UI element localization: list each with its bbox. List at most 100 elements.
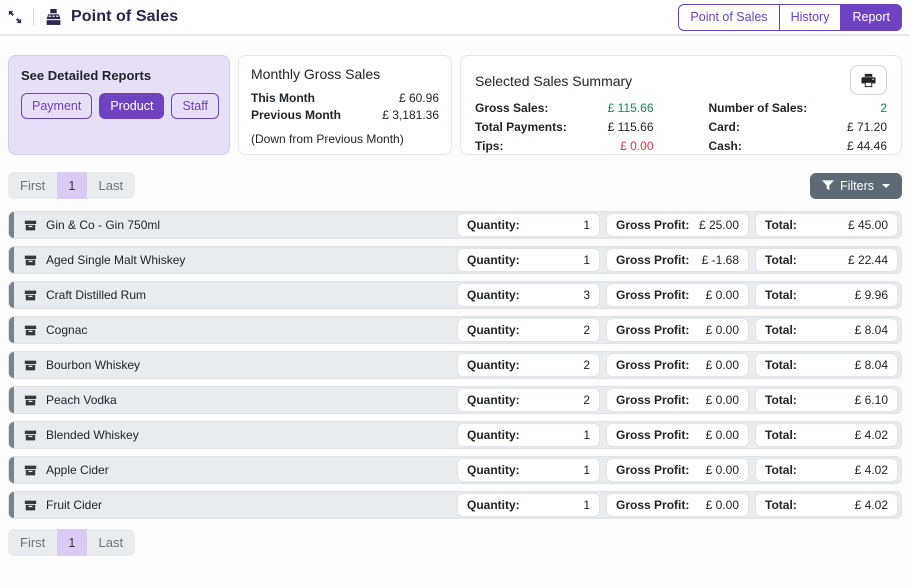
table-row[interactable]: Gin & Co - Gin 750ml Quantity: 1 Gross P…	[8, 211, 902, 239]
pagination-last-button[interactable]: Last	[87, 172, 136, 199]
cash-register-icon	[45, 9, 62, 26]
gross-profit-label: Gross Profit:	[616, 427, 689, 443]
quantity-label: Quantity:	[467, 392, 520, 408]
gross-profit-label: Gross Profit:	[616, 287, 689, 303]
table-row[interactable]: Peach Vodka Quantity: 2 Gross Profit: £ …	[8, 386, 902, 414]
nav-report-button[interactable]: Report	[840, 4, 902, 31]
tips-line: Tips: £ 0.00	[475, 137, 654, 156]
quantity-cell: Quantity: 2	[457, 318, 600, 342]
table-row[interactable]: Aged Single Malt Whiskey Quantity: 1 Gro…	[8, 246, 902, 274]
gross-profit-label: Gross Profit:	[616, 462, 689, 478]
gross-profit-cell: Gross Profit: £ 0.00	[606, 353, 749, 377]
table-row[interactable]: Fruit Cider Quantity: 1 Gross Profit: £ …	[8, 491, 902, 519]
quantity-value: 1	[583, 462, 590, 478]
table-row[interactable]: Apple Cider Quantity: 1 Gross Profit: £ …	[8, 456, 902, 484]
total-value: £ 9.96	[855, 287, 888, 303]
row-accent-strip	[9, 457, 14, 483]
total-payments-label: Total Payments:	[475, 118, 567, 137]
table-row[interactable]: Blended Whiskey Quantity: 1 Gross Profit…	[8, 421, 902, 449]
product-name: Apple Cider	[46, 463, 451, 477]
gross-profit-value: £ 0.00	[706, 392, 739, 408]
quantity-label: Quantity:	[467, 427, 520, 443]
print-button[interactable]	[850, 65, 887, 95]
total-label: Total:	[765, 392, 797, 408]
nav-history-button[interactable]: History	[779, 4, 842, 31]
product-box-icon	[24, 499, 37, 512]
gross-profit-label: Gross Profit:	[616, 217, 689, 233]
product-name: Peach Vodka	[46, 393, 451, 407]
quantity-value: 1	[583, 497, 590, 513]
product-box-icon	[24, 324, 37, 337]
row-accent-strip	[9, 212, 14, 238]
detailed-reports-card: See Detailed Reports Payment Product Sta…	[8, 55, 230, 155]
total-value: £ 4.02	[855, 427, 888, 443]
chevron-down-icon	[882, 184, 890, 188]
row-accent-strip	[9, 352, 14, 378]
pagination-page-1[interactable]: 1	[57, 172, 86, 199]
pagination-page-1[interactable]: 1	[57, 529, 86, 556]
gross-sales-label: Gross Sales:	[475, 99, 548, 118]
total-value: £ 4.02	[855, 497, 888, 513]
nav-point-of-sales-button[interactable]: Point of Sales	[678, 4, 779, 31]
total-cell: Total: £ 4.02	[755, 458, 898, 482]
total-label: Total:	[765, 322, 797, 338]
previous-month-value: £ 3,181.36	[382, 107, 439, 124]
quantity-cell: Quantity: 1	[457, 493, 600, 517]
filters-button[interactable]: Filters	[810, 173, 902, 199]
total-label: Total:	[765, 462, 797, 478]
gross-profit-cell: Gross Profit: £ -1.68	[606, 248, 749, 272]
product-box-icon	[24, 394, 37, 407]
pagination-last-button[interactable]: Last	[87, 529, 136, 556]
product-report-button[interactable]: Product	[99, 93, 164, 119]
gross-profit-label: Gross Profit:	[616, 497, 689, 513]
total-label: Total:	[765, 357, 797, 373]
total-label: Total:	[765, 427, 797, 443]
total-cell: Total: £ 8.04	[755, 353, 898, 377]
quantity-cell: Quantity: 1	[457, 213, 600, 237]
product-box-icon	[24, 289, 37, 302]
quantity-cell: Quantity: 2	[457, 353, 600, 377]
gross-profit-cell: Gross Profit: £ 25.00	[606, 213, 749, 237]
pagination-first-button[interactable]: First	[8, 529, 57, 556]
row-accent-strip	[9, 247, 14, 273]
quantity-value: 1	[583, 217, 590, 233]
quantity-cell: Quantity: 1	[457, 423, 600, 447]
total-cell: Total: £ 6.10	[755, 388, 898, 412]
total-label: Total:	[765, 217, 797, 233]
gross-profit-value: £ 25.00	[699, 217, 739, 233]
product-box-icon	[24, 464, 37, 477]
expand-icon[interactable]	[8, 10, 22, 24]
staff-report-button[interactable]: Staff	[171, 93, 218, 119]
quantity-cell: Quantity: 1	[457, 458, 600, 482]
total-label: Total:	[765, 287, 797, 303]
total-value: £ 6.10	[855, 392, 888, 408]
gross-profit-value: £ -1.68	[702, 252, 739, 268]
table-row[interactable]: Bourbon Whiskey Quantity: 2 Gross Profit…	[8, 351, 902, 379]
total-value: £ 45.00	[848, 217, 888, 233]
quantity-value: 2	[583, 392, 590, 408]
this-month-value: £ 60.96	[399, 90, 439, 107]
gross-profit-value: £ 0.00	[706, 497, 739, 513]
product-name: Craft Distilled Rum	[46, 288, 451, 302]
total-value: £ 4.02	[855, 462, 888, 478]
gross-profit-cell: Gross Profit: £ 0.00	[606, 458, 749, 482]
total-label: Total:	[765, 497, 797, 513]
payment-report-button[interactable]: Payment	[21, 93, 92, 119]
quantity-label: Quantity:	[467, 252, 520, 268]
product-name: Fruit Cider	[46, 498, 451, 512]
pagination-bottom: First 1 Last	[8, 529, 135, 556]
gross-profit-cell: Gross Profit: £ 0.00	[606, 283, 749, 307]
number-of-sales-value: 2	[880, 99, 887, 118]
product-box-icon	[24, 359, 37, 372]
card-value: £ 71.20	[847, 118, 887, 137]
table-row[interactable]: Cognac Quantity: 2 Gross Profit: £ 0.00 …	[8, 316, 902, 344]
this-month-line: This Month £ 60.96	[251, 90, 439, 107]
tips-value: £ 0.00	[620, 137, 653, 156]
total-payments-line: Total Payments: £ 115.66	[475, 118, 654, 137]
pagination-first-button[interactable]: First	[8, 172, 57, 199]
quantity-cell: Quantity: 1	[457, 248, 600, 272]
table-row[interactable]: Craft Distilled Rum Quantity: 3 Gross Pr…	[8, 281, 902, 309]
quantity-value: 1	[583, 252, 590, 268]
quantity-label: Quantity:	[467, 322, 520, 338]
trend-note: (Down from Previous Month)	[251, 132, 439, 146]
